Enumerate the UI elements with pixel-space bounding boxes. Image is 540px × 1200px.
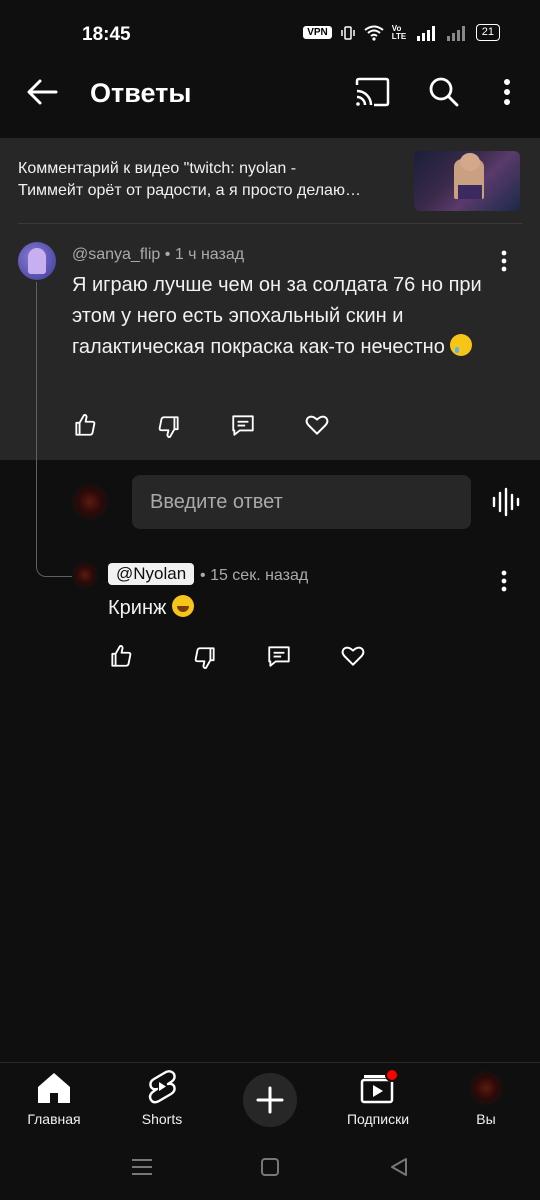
cast-button[interactable] [350, 74, 394, 110]
more-vert-icon [504, 79, 510, 105]
divider [18, 223, 522, 224]
more-options-button[interactable] [494, 74, 520, 110]
back-triangle-icon[interactable] [389, 1157, 409, 1177]
comment-author[interactable]: @sanya_flip [72, 246, 160, 263]
reply-body: Кринж [108, 597, 167, 619]
reply-heart-button[interactable] [338, 641, 368, 671]
cast-icon [355, 77, 390, 107]
reply-mention-chip[interactable]: @Nyolan [108, 563, 195, 585]
thumbs-down-icon [194, 647, 215, 669]
thumbs-up-icon [75, 414, 96, 436]
comment-meta: @sanya_flip • 1 ч назад [72, 246, 244, 264]
nav-shorts-label: Shorts [141, 1111, 183, 1127]
comment-icon [232, 415, 254, 436]
thread-line [36, 282, 72, 577]
voice-waveform-icon [492, 487, 520, 517]
dislike-button[interactable] [154, 412, 184, 442]
meta-separator: • [200, 567, 206, 584]
nav-home-label: Главная [27, 1111, 81, 1127]
heart-button[interactable] [302, 410, 332, 440]
more-vert-icon [501, 570, 507, 592]
back-button[interactable] [22, 74, 62, 110]
subscriptions-icon [360, 1069, 398, 1104]
nav-you-label: Вы [476, 1111, 496, 1127]
video-context[interactable]: Комментарий к видео "twitch: nyolan - Ти… [18, 158, 408, 202]
video-context-line-2: Тиммейт орёт от радости, а я просто дела… [18, 182, 361, 199]
shorts-icon [148, 1070, 176, 1104]
video-context-line-1: Комментарий к видео "twitch: nyolan - [18, 160, 297, 177]
reply-button[interactable] [228, 410, 258, 440]
page-title: Ответы [90, 78, 192, 108]
video-thumbnail[interactable] [414, 151, 520, 211]
reply-more-button[interactable] [492, 568, 516, 594]
system-nav [0, 1142, 540, 1200]
signal-2-icon [446, 25, 465, 41]
profile-avatar [469, 1071, 503, 1105]
heart-icon [305, 415, 329, 435]
plus-icon [256, 1086, 284, 1114]
reply-input[interactable] [132, 475, 471, 529]
create-button[interactable] [243, 1073, 297, 1127]
menu-icon[interactable] [131, 1157, 153, 1177]
search-icon [429, 77, 459, 107]
meta-separator: • [164, 246, 171, 263]
thumbs-up-icon [111, 645, 132, 667]
avatar-figure [28, 248, 46, 274]
reply-meta: • 15 сек. назад [200, 567, 308, 585]
reply-mention[interactable]: @Nyolan [108, 563, 195, 585]
bottom-nav: Главная Shorts Подписки Вы [0, 1062, 540, 1142]
signal-icon [416, 25, 435, 41]
nav-home[interactable]: Главная [4, 1063, 104, 1143]
reply-like-button[interactable] [106, 641, 136, 671]
comment-body: Я играю лучше чем он за солдата 76 но пр… [72, 274, 482, 358]
comment-text: Я играю лучше чем он за солдата 76 но пр… [72, 270, 492, 363]
comment-more-button[interactable] [492, 248, 516, 274]
laughing-face-icon [171, 595, 194, 617]
reply-dislike-button[interactable] [190, 643, 220, 673]
heart-icon [341, 646, 365, 666]
thumbs-down-icon [158, 416, 179, 438]
home-icon [38, 1073, 70, 1103]
thumbnail-logo [458, 185, 482, 199]
nav-subscriptions-label: Подписки [346, 1111, 410, 1127]
thumbnail-face [460, 153, 480, 171]
reply-time: 15 сек. назад [210, 567, 309, 584]
comment-icon [268, 646, 290, 667]
nav-you[interactable]: Вы [436, 1063, 536, 1143]
vpn-badge: VPN [303, 26, 332, 39]
nav-shorts[interactable]: Shorts [112, 1063, 212, 1143]
search-button[interactable] [424, 74, 464, 110]
voice-input-button[interactable] [488, 484, 522, 520]
vibrate-icon [341, 25, 355, 40]
arrow-left-icon [27, 79, 58, 105]
reply-text: Кринж [108, 595, 194, 620]
crying-face-icon [450, 334, 473, 356]
avatar[interactable] [18, 242, 56, 280]
nav-subscriptions[interactable]: Подписки [328, 1063, 428, 1143]
battery-indicator: 21 [475, 24, 500, 41]
reply-reply-button[interactable] [264, 641, 294, 671]
home-square-icon[interactable] [260, 1157, 280, 1177]
more-vert-icon [501, 250, 507, 272]
reply-avatar[interactable] [72, 562, 98, 588]
my-avatar [72, 484, 108, 520]
like-button[interactable] [70, 410, 100, 440]
status-time: 18:45 [82, 24, 131, 45]
comment-time: 1 ч назад [174, 246, 245, 263]
volte-label: Vo LTE [391, 23, 407, 41]
wifi-icon [364, 25, 384, 41]
status-icons: VPN Vo LTE 21 [303, 24, 500, 41]
